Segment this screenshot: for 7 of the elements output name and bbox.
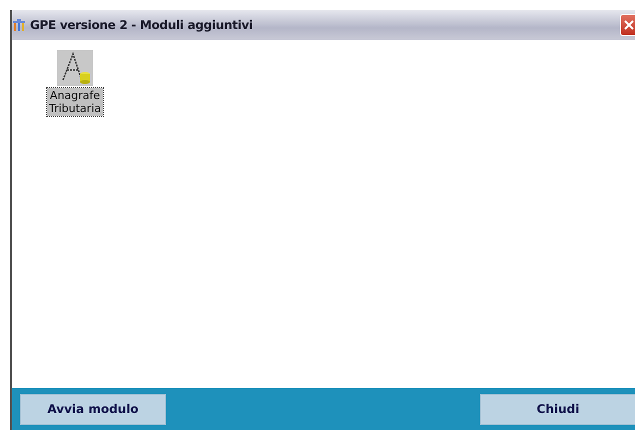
close-button[interactable] bbox=[620, 14, 635, 36]
close-icon bbox=[623, 19, 635, 31]
start-button[interactable]: Avvia modulo bbox=[20, 394, 166, 424]
close-dialog-button[interactable]: Chiudi bbox=[480, 394, 635, 424]
window-title: GPE versione 2 - Moduli aggiuntivi bbox=[30, 18, 253, 32]
module-label[interactable]: Anagrafe Tributaria bbox=[46, 88, 103, 116]
app-icon bbox=[12, 18, 26, 32]
